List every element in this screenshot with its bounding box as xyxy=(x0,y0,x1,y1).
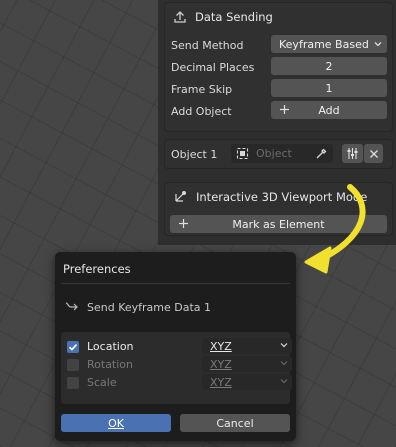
preferences-dialog: Preferences Send Keyframe Data 1 Locatio… xyxy=(55,252,296,441)
rotation-label: Rotation xyxy=(87,358,134,371)
scale-label: Scale xyxy=(87,376,117,389)
dialog-divider xyxy=(61,283,290,284)
check-icon xyxy=(68,344,78,351)
rotation-checkbox[interactable] xyxy=(67,359,79,371)
dialog-subtitle: Send Keyframe Data 1 xyxy=(87,301,212,314)
location-axes-dropdown[interactable]: XYZ xyxy=(202,338,292,354)
chevron-down-icon xyxy=(280,361,288,366)
ok-button[interactable]: OK xyxy=(61,414,171,432)
transform-options-box: Location XYZ Rotation XYZ Scale XYZ xyxy=(61,332,292,404)
cancel-button[interactable]: Cancel xyxy=(180,414,290,432)
dialog-title: Preferences xyxy=(63,262,131,276)
ok-button-label: OK xyxy=(108,416,124,430)
chevron-down-icon xyxy=(280,379,288,384)
location-label: Location xyxy=(87,340,134,353)
scale-axes-dropdown[interactable]: XYZ xyxy=(202,374,292,390)
cancel-button-label: Cancel xyxy=(216,416,254,430)
rotation-axes-dropdown[interactable]: XYZ xyxy=(202,356,292,372)
scale-axes-value: XYZ xyxy=(210,375,232,389)
scale-checkbox[interactable] xyxy=(67,377,79,389)
keyframe-send-icon xyxy=(64,300,80,314)
location-axes-value: XYZ xyxy=(210,339,232,353)
location-checkbox[interactable] xyxy=(67,341,79,353)
chevron-down-icon xyxy=(280,343,288,348)
rotation-axes-value: XYZ xyxy=(210,357,232,371)
